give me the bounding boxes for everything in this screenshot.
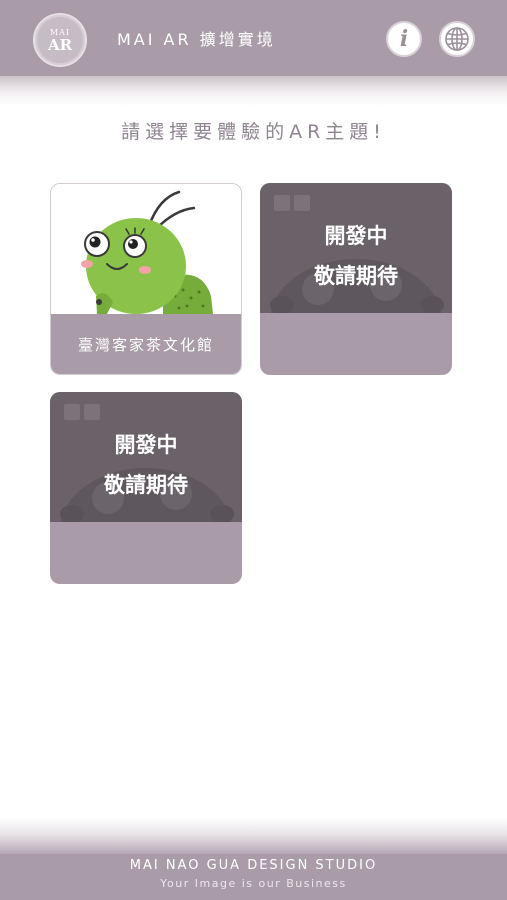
card-footer: 臺灣客家茶文化館 (51, 314, 241, 374)
globe-icon (445, 27, 469, 51)
footer-shadow (0, 818, 507, 854)
status-title: 開發中 (114, 433, 178, 457)
page-prompt: 請選擇要體驗的AR主題! (121, 121, 386, 143)
app-footer: MAI NAO GUA DESIGN STUDIO Your Image is … (0, 854, 507, 900)
studio-tagline: Your Image is our Business (160, 877, 347, 890)
info-button[interactable]: i (386, 21, 422, 57)
card-label: 臺灣客家茶文化館 (77, 335, 214, 354)
language-button[interactable] (439, 21, 475, 57)
studio-name: MAI NAO GUA DESIGN STUDIO (129, 858, 378, 873)
theme-card-hakka-tea[interactable]: 臺灣客家茶文化館 (50, 183, 242, 375)
status-subtitle: 敬請期待 (104, 473, 188, 497)
screen: MAI AR MAI AR 擴增實境 i 請選擇要體驗的AR主題! 臺灣客家茶文… (0, 0, 507, 900)
header-shadow (0, 76, 507, 106)
theme-card-coming-soon[interactable]: 開發中 敬請期待 (50, 392, 242, 584)
card-image-dimmed: 開發中 敬請期待 (260, 183, 452, 313)
theme-card-coming-soon[interactable]: 開發中 敬請期待 (260, 183, 452, 375)
status-subtitle: 敬請期待 (314, 264, 398, 288)
card-image (51, 184, 241, 314)
logo-text-bottom: AR (47, 35, 73, 54)
info-icon: i (399, 26, 409, 52)
app-logo[interactable]: MAI AR (33, 13, 87, 67)
app-header: MAI AR MAI AR 擴增實境 i (0, 0, 507, 76)
app-title: MAI AR 擴增實境 (117, 30, 276, 49)
grasshopper-mascot-icon (81, 190, 213, 314)
status-title: 開發中 (324, 224, 388, 248)
card-image-dimmed: 開發中 敬請期待 (50, 392, 242, 522)
